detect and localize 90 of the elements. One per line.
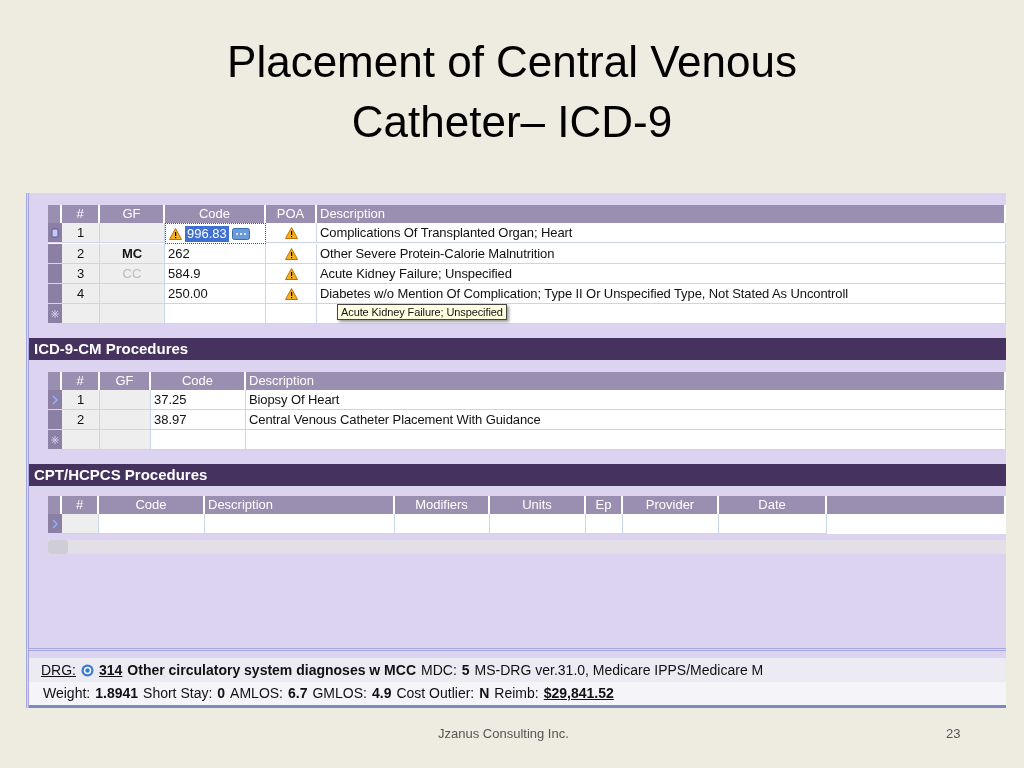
column-header[interactable]: #: [62, 372, 100, 390]
column-header[interactable]: #: [62, 496, 99, 514]
stat-label: AMLOS:: [230, 685, 283, 702]
drg-link[interactable]: DRG:: [41, 662, 76, 679]
table-cell: 38.97: [151, 410, 246, 430]
row-header[interactable]: [48, 430, 62, 450]
row-pointer-icon: [51, 518, 59, 529]
column-header[interactable]: #: [62, 205, 100, 223]
column-header: [48, 496, 62, 514]
stat-value: 0: [217, 685, 226, 702]
row-header[interactable]: [48, 264, 62, 284]
code-field[interactable]: 262: [165, 244, 266, 264]
code-field[interactable]: 996.83: [165, 223, 266, 244]
table-cell: Biopsy Of Heart: [246, 390, 1006, 410]
table-cell: [62, 304, 100, 324]
column-header[interactable]: POA: [266, 205, 317, 223]
column-header[interactable]: Code: [165, 205, 266, 223]
drg-version: MS-DRG ver.31.0, Medicare IPPS/Medicare M: [474, 662, 764, 679]
table-cell: [100, 390, 151, 410]
table-cell: Acute Kidney Failure; Unspecified: [317, 264, 1006, 284]
slide-footer: Jzanus Consulting Inc.: [438, 726, 569, 741]
tooltip: Acute Kidney Failure; Unspecified: [337, 304, 507, 320]
horizontal-scrollbar[interactable]: [48, 540, 1006, 554]
table-cell: 4: [62, 284, 100, 304]
section-header: CPT/HCPCS Procedures: [29, 464, 1006, 486]
table-cell: 2: [62, 244, 100, 264]
warning-icon: [169, 227, 182, 240]
column-header[interactable]: Code: [151, 372, 246, 390]
stat-label: Reimb:: [494, 685, 539, 702]
section-header: ICD-9-CM Procedures: [29, 338, 1006, 360]
table-cell: Complications Of Transplanted Organ; Heart: [317, 223, 1006, 243]
column-header[interactable]: Ep: [586, 496, 623, 514]
mdc-value: 5: [461, 662, 470, 679]
column-header[interactable]: Code: [99, 496, 205, 514]
row-header[interactable]: [48, 223, 62, 243]
table-cell: 37.25: [151, 390, 246, 410]
column-header[interactable]: Description: [246, 372, 1006, 390]
slide-title: Placement of Central Venous: [227, 36, 797, 88]
stat-value: 1.8941: [95, 685, 139, 702]
table-cell: 3: [62, 264, 100, 284]
table-cell: [62, 430, 100, 450]
table-cell: [62, 514, 99, 534]
table-cell: [100, 223, 165, 243]
row-header[interactable]: [48, 304, 62, 324]
table-cell: Other Severe Protein-Calorie Malnutrition: [317, 244, 1006, 264]
table-cell: MC: [100, 244, 165, 264]
row-header[interactable]: [48, 390, 62, 410]
column-header[interactable]: GF: [100, 205, 165, 223]
row-header[interactable]: [48, 514, 62, 534]
code-field[interactable]: 584.9: [165, 264, 266, 284]
code-field[interactable]: 250.00: [165, 284, 266, 304]
mdc-label: MDC:: [421, 662, 457, 679]
reimbursement-link[interactable]: $29,841.52: [543, 685, 614, 702]
column-header[interactable]: Description: [317, 205, 1006, 223]
table-cell: 2: [62, 410, 100, 430]
column-header[interactable]: Modifiers: [395, 496, 490, 514]
drg-title: Other circulatory system diagnoses w MCC: [127, 662, 416, 679]
row-header[interactable]: [48, 284, 62, 304]
drg-code[interactable]: 314: [99, 662, 123, 679]
stat-label: Weight:: [43, 685, 91, 702]
column-header[interactable]: Description: [205, 496, 395, 514]
table-cell: [100, 304, 165, 324]
column-header[interactable]: Provider: [623, 496, 719, 514]
table-cell: 1: [62, 390, 100, 410]
stat-label: GMLOS:: [312, 685, 367, 702]
table-cell: [100, 430, 151, 450]
table-cell: [586, 514, 623, 534]
column-header[interactable]: Date: [719, 496, 827, 514]
stat-value: 6.7: [288, 685, 308, 702]
column-header[interactable]: GF: [100, 372, 151, 390]
row-header[interactable]: [48, 244, 62, 264]
table-cell: [100, 410, 151, 430]
slide-title: Catheter– ICD-9: [351, 96, 673, 148]
page-number: 23: [946, 726, 961, 741]
row-pointer-icon: [51, 227, 59, 238]
table-cell: [100, 284, 165, 304]
table-cell: 1: [62, 223, 100, 243]
stat-label: Cost Outlier:: [396, 685, 475, 702]
stat-value: 4.9: [371, 685, 392, 702]
row-header[interactable]: [48, 410, 62, 430]
ellipsis-button[interactable]: [231, 227, 250, 240]
column-header: [48, 205, 62, 223]
row-pointer-icon: [51, 394, 59, 405]
new-row-icon: [51, 435, 59, 444]
new-row-icon: [51, 309, 59, 318]
column-header: [48, 372, 62, 390]
stat-value: N: [479, 685, 490, 702]
stat-label: Short Stay:: [143, 685, 213, 702]
column-header[interactable]: Units: [490, 496, 586, 514]
table-cell: Central Venous Catheter Placement With Guidance: [246, 410, 1006, 430]
